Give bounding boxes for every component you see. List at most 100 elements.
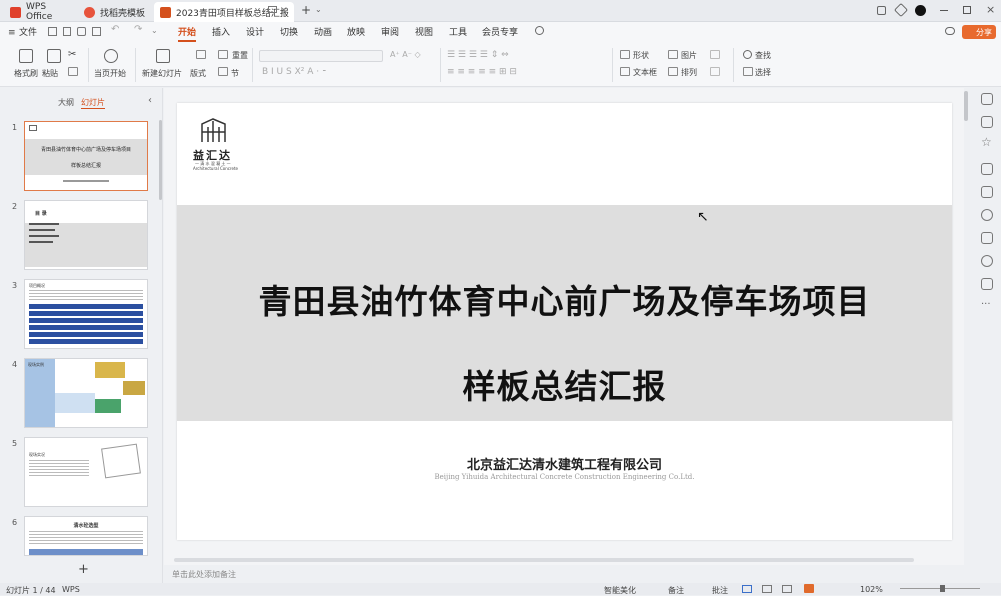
picture-button[interactable]: 图片 — [681, 50, 697, 61]
window-icon[interactable] — [268, 6, 277, 13]
preview-icon[interactable] — [92, 27, 101, 36]
fill-icon[interactable] — [710, 50, 720, 59]
align-icons[interactable]: ≡ ≡ ≡ ≡ ≡ ⊞ ⊟ — [447, 67, 517, 77]
list-icons[interactable]: ☰ ☰ ☰ ☰ ⇕ ⇔ — [447, 50, 509, 60]
restore-icon[interactable] — [963, 6, 971, 14]
menu-member[interactable]: 会员专享 — [482, 25, 518, 38]
slide-thumbnail-1[interactable]: 青田县油竹体育中心前广场及停车场项目 样板总结汇报 — [24, 121, 148, 191]
customize-chevron-icon[interactable]: ⌄ — [151, 26, 158, 35]
outline-icon[interactable] — [710, 67, 720, 76]
menu-home[interactable]: 开始 — [178, 25, 197, 42]
comments-button[interactable]: 批注 — [712, 585, 728, 596]
redo-icon[interactable]: ↷ — [134, 24, 142, 35]
help-icon[interactable] — [981, 255, 993, 267]
new-tab-icon[interactable]: + — [301, 3, 311, 17]
thumbnail-scrollbar[interactable] — [159, 120, 162, 200]
cube-icon[interactable] — [893, 2, 909, 18]
collapse-panel-icon[interactable]: ‹ — [148, 95, 152, 106]
reset-button[interactable]: 重置 — [232, 50, 248, 61]
close-tab-icon[interactable]: × — [280, 5, 288, 16]
format-painter-button[interactable]: 格式刷 — [14, 68, 38, 79]
from-start-button[interactable]: 当页开始 — [94, 68, 126, 79]
slide[interactable]: 益汇达 — 清 水 混 凝 土 — Architectural Concrete… — [177, 103, 952, 540]
new-slide-button[interactable]: 新建幻灯片 — [142, 68, 182, 79]
slide-thumbnail-2[interactable]: 目 录 — [24, 200, 148, 270]
vertical-scrollbar[interactable] — [964, 91, 968, 121]
play-slideshow-icon[interactable] — [804, 584, 814, 593]
magic-icon[interactable] — [981, 209, 993, 221]
ppt-icon — [160, 6, 171, 18]
image-tool-icon[interactable] — [981, 186, 993, 198]
slides-tab[interactable]: 幻灯片 — [81, 97, 105, 109]
section-button[interactable]: 节 — [231, 68, 239, 79]
minimize-icon[interactable] — [940, 10, 948, 11]
template-icon — [84, 6, 95, 18]
book-icon[interactable] — [981, 232, 993, 244]
search-icon[interactable] — [535, 26, 544, 35]
properties-icon[interactable] — [981, 93, 993, 105]
menu-tools[interactable]: 工具 — [449, 25, 467, 38]
notes-button[interactable]: 备注 — [668, 585, 684, 596]
reading-view-icon[interactable] — [782, 585, 792, 593]
undo-icon[interactable]: ↶ — [111, 24, 119, 35]
paste-icon — [47, 49, 61, 63]
layout-icon[interactable] — [877, 6, 886, 15]
save-icon[interactable] — [48, 27, 57, 36]
find-button[interactable]: 查找 — [755, 50, 771, 61]
shapes-button[interactable]: 形状 — [633, 50, 649, 61]
menu-slideshow[interactable]: 放映 — [347, 25, 365, 38]
menu-view[interactable]: 视图 — [415, 25, 433, 38]
close-window-icon[interactable]: × — [986, 3, 995, 16]
text-format-icons[interactable]: B I U S X² A · ⁃ — [262, 67, 326, 77]
menu-file[interactable]: 文件 — [19, 25, 37, 38]
copy-style-icon[interactable] — [981, 163, 993, 175]
slide-thumbnail-6[interactable]: 清水砼选型 — [24, 516, 148, 556]
textbox-button[interactable]: 文本框 — [633, 67, 657, 78]
normal-view-icon[interactable] — [742, 585, 752, 593]
horizontal-scrollbar[interactable] — [174, 558, 914, 562]
layout-button[interactable]: 版式 — [190, 68, 206, 79]
zoom-level[interactable]: 102% — [860, 585, 883, 594]
slide-thumbnail-5[interactable]: 现场实况 — [24, 437, 148, 507]
font-select[interactable] — [259, 50, 383, 62]
picture-icon — [668, 50, 678, 59]
menu-transition[interactable]: 切换 — [280, 25, 298, 38]
share-button[interactable]: 分享 — [962, 25, 996, 39]
beautify-button[interactable]: 智能美化 — [604, 585, 636, 596]
arrange-button[interactable]: 排列 — [681, 67, 697, 78]
adjust-icon[interactable] — [981, 116, 993, 128]
menu-review[interactable]: 审阅 — [381, 25, 399, 38]
add-slide-icon[interactable]: + — [78, 562, 89, 577]
new-slide-icon — [156, 49, 170, 63]
copy-icon[interactable] — [68, 67, 78, 76]
tab-wps-office[interactable]: WPS Office — [4, 2, 74, 22]
hamburger-icon[interactable]: ≡ — [8, 28, 16, 38]
paste-button[interactable]: 粘贴 — [42, 68, 58, 79]
tab-document[interactable]: 2023青田项目样板总结汇报 × — [154, 2, 294, 22]
avatar[interactable] — [915, 5, 926, 16]
print-icon[interactable] — [77, 27, 86, 36]
wps-logo-icon — [10, 6, 21, 18]
sorter-view-icon[interactable] — [762, 585, 772, 593]
export-icon[interactable] — [63, 27, 71, 36]
reset-icon — [196, 50, 206, 59]
slide-thumbnail-3[interactable]: 项目概况 — [24, 279, 148, 349]
slide-number: 4 — [12, 360, 18, 369]
share-tool-icon[interactable] — [981, 278, 993, 290]
cloud-icon[interactable] — [945, 27, 955, 35]
menu-animation[interactable]: 动画 — [314, 25, 332, 38]
outline-tab[interactable]: 大纲 — [58, 97, 74, 108]
menu-insert[interactable]: 插入 — [212, 25, 230, 38]
chevron-down-icon[interactable]: ⌄ — [315, 5, 322, 14]
menu-design[interactable]: 设计 — [246, 25, 264, 38]
select-button[interactable]: 选择 — [755, 67, 771, 78]
star-icon[interactable]: ☆ — [981, 135, 992, 149]
tab-bar: WPS Office 找稻壳模板 2023青田项目样板总结汇报 × + ⌄ × — [0, 0, 1001, 22]
tab-template[interactable]: 找稻壳模板 — [78, 2, 152, 22]
more-icon[interactable]: ··· — [981, 299, 991, 310]
font-grow-icon[interactable]: A⁺ A⁻ ◇ — [390, 50, 421, 59]
zoom-slider-handle[interactable] — [940, 585, 945, 592]
cut-icon[interactable]: ✂ — [68, 49, 76, 60]
notes-pane[interactable]: 单击此处添加备注 — [164, 565, 964, 583]
slide-thumbnail-4[interactable]: 现场实例 — [24, 358, 148, 428]
